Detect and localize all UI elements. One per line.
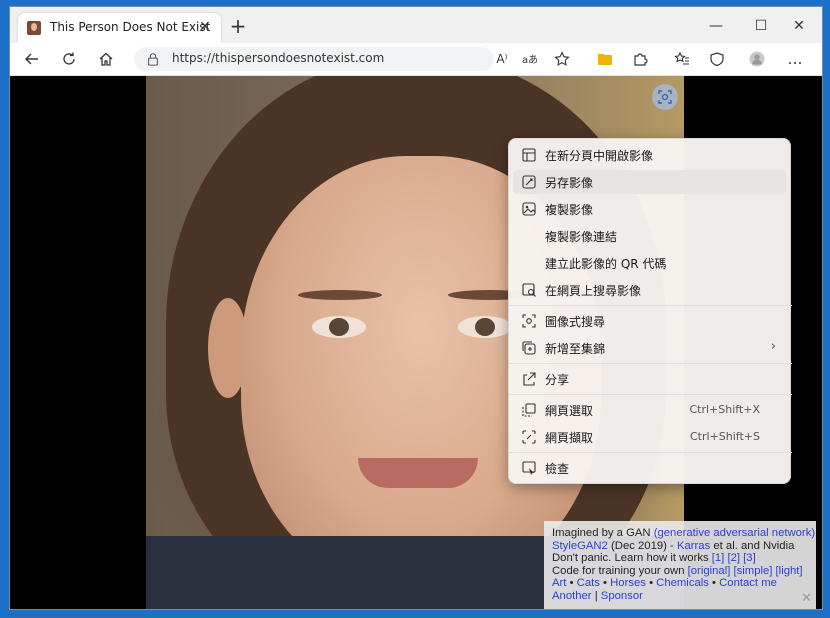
translate-button[interactable]: aあ bbox=[517, 47, 541, 71]
info-close-button[interactable]: ✕ bbox=[801, 592, 812, 605]
browser-window: This Person Does Not Exist ✕ + — ☐ ✕ htt… bbox=[9, 6, 823, 610]
info-line-3: Don't panic. Learn how it works [1] [2] … bbox=[552, 552, 756, 565]
favorites-icon bbox=[674, 51, 689, 65]
right-eye bbox=[458, 316, 512, 338]
gan-link[interactable]: (generative adversarial network) bbox=[654, 527, 815, 539]
sponsor-link[interactable]: Sponsor bbox=[601, 590, 643, 602]
back-button[interactable] bbox=[20, 47, 44, 71]
karras-link[interactable]: Karras bbox=[677, 540, 710, 552]
avatar-icon bbox=[749, 51, 765, 67]
info-line-1: Imagined by a GAN (generative adversaria… bbox=[552, 527, 816, 539]
close-window-button[interactable]: ✕ bbox=[781, 13, 817, 39]
web-capture-icon bbox=[522, 430, 536, 444]
left-eye bbox=[312, 316, 366, 338]
navigation-toolbar: https://thispersondoesnotexist.com A⁾ aあ… bbox=[10, 43, 822, 76]
more-menu-button[interactable]: … bbox=[783, 47, 807, 71]
menu-divider bbox=[509, 394, 792, 395]
search-image-icon bbox=[522, 283, 536, 297]
menu-item-search-image-web[interactable]: 在網頁上搜尋影像 bbox=[513, 278, 786, 302]
star-add-icon bbox=[554, 51, 570, 66]
info-line-6: Another | Sponsor bbox=[552, 589, 643, 602]
extension-folder-icon bbox=[598, 54, 612, 65]
home-button[interactable] bbox=[94, 47, 118, 71]
visual-search-icon bbox=[658, 90, 672, 104]
profile-button[interactable] bbox=[745, 47, 769, 71]
menu-divider bbox=[509, 305, 792, 306]
browser-essentials-button[interactable] bbox=[705, 47, 729, 71]
info-line-2: StyleGAN2 (Dec 2019) - Karras et al. and… bbox=[552, 539, 795, 552]
learn-link-2[interactable]: [2] bbox=[727, 552, 740, 564]
favicon-icon bbox=[27, 21, 41, 35]
menu-divider bbox=[509, 452, 792, 453]
code-simple-link[interactable]: [simple] bbox=[733, 565, 772, 577]
menu-item-save-image[interactable]: 另存影像 bbox=[513, 170, 786, 194]
menu-item-copy-image-link[interactable]: 複製影像連結 bbox=[513, 224, 786, 248]
visual-search-button[interactable] bbox=[652, 84, 678, 110]
share-icon bbox=[523, 372, 536, 386]
menu-item-copy-image[interactable]: 複製影像 bbox=[513, 197, 786, 221]
menu-item-create-qr-code[interactable]: 建立此影像的 QR 代碼 bbox=[513, 251, 786, 275]
add-favorite-button[interactable] bbox=[550, 47, 574, 71]
heart-shield-icon bbox=[710, 52, 724, 67]
web-select-icon bbox=[522, 403, 536, 417]
lock-icon bbox=[148, 53, 158, 66]
chevron-right-icon: › bbox=[770, 339, 776, 354]
learn-link-1[interactable]: [1] bbox=[712, 552, 725, 564]
info-box: Imagined by a GAN (generative adversaria… bbox=[544, 521, 816, 609]
tab-active[interactable]: This Person Does Not Exist ✕ bbox=[18, 13, 221, 43]
translate-icon: aあ bbox=[522, 54, 537, 66]
back-arrow-icon bbox=[25, 53, 38, 65]
extensions-button[interactable] bbox=[628, 47, 652, 71]
cats-link[interactable]: Cats bbox=[577, 577, 600, 589]
refresh-button[interactable] bbox=[57, 47, 81, 71]
menu-divider bbox=[509, 363, 792, 364]
art-link[interactable]: Art bbox=[552, 577, 566, 589]
url-text: https://thispersondoesnotexist.com bbox=[172, 51, 385, 65]
read-aloud-button[interactable]: A⁾ bbox=[490, 47, 514, 71]
menu-item-web-capture[interactable]: 網頁擷取 Ctrl+Shift+S bbox=[513, 425, 786, 449]
horses-link[interactable]: Horses bbox=[610, 577, 646, 589]
maximize-button[interactable]: ☐ bbox=[743, 13, 779, 39]
code-light-link[interactable]: [light] bbox=[776, 565, 803, 577]
extension-button[interactable] bbox=[593, 47, 617, 71]
info-line-4: Code for training your own [original] [s… bbox=[552, 564, 803, 577]
stylegan2-link[interactable]: StyleGAN2 bbox=[552, 540, 608, 552]
puzzle-icon bbox=[634, 53, 648, 66]
menu-item-inspect[interactable]: 檢查 bbox=[513, 456, 786, 480]
tab-title: This Person Does Not Exist bbox=[50, 20, 211, 34]
tab-strip: This Person Does Not Exist ✕ + — ☐ ✕ bbox=[10, 7, 822, 43]
chemicals-link[interactable]: Chemicals bbox=[656, 577, 709, 589]
menu-item-visual-search[interactable]: 圖像式搜尋 bbox=[513, 309, 786, 333]
left-brow bbox=[298, 290, 382, 300]
copy-image-icon bbox=[522, 202, 536, 216]
code-original-link[interactable]: [original] bbox=[688, 565, 731, 577]
tab-close-button[interactable]: ✕ bbox=[195, 17, 215, 37]
new-tab-button[interactable]: + bbox=[226, 15, 250, 39]
inspect-icon bbox=[522, 461, 536, 475]
favorites-button[interactable] bbox=[670, 47, 694, 71]
minimize-button[interactable]: — bbox=[698, 13, 734, 39]
another-link[interactable]: Another bbox=[552, 590, 592, 602]
menu-item-share[interactable]: 分享 bbox=[513, 367, 786, 391]
read-aloud-icon: A⁾ bbox=[496, 52, 508, 66]
menu-item-add-to-collections[interactable]: 新增至集錦 › bbox=[513, 336, 786, 360]
menu-item-web-select[interactable]: 網頁選取 Ctrl+Shift+X bbox=[513, 398, 786, 422]
learn-link-3[interactable]: [3] bbox=[743, 552, 756, 564]
svg-text:aあ: aあ bbox=[522, 54, 537, 66]
info-line-5: Art • Cats • Horses • Chemicals • Contac… bbox=[552, 577, 777, 590]
menu-item-open-in-new-tab[interactable]: 在新分頁中開啟影像 bbox=[513, 143, 786, 167]
contact-link[interactable]: Contact me bbox=[719, 577, 777, 589]
address-bar[interactable]: https://thispersondoesnotexist.com bbox=[134, 47, 494, 71]
new-tab-icon bbox=[522, 148, 536, 162]
save-image-icon bbox=[522, 175, 536, 189]
home-icon bbox=[99, 52, 113, 66]
mouth-shape bbox=[358, 458, 478, 488]
image-context-menu: 在新分頁中開啟影像 另存影像 複製影像 複製影像連結 建立此影像的 QR 代碼 … bbox=[508, 138, 792, 484]
visual-search-icon bbox=[522, 314, 536, 328]
collections-icon bbox=[522, 341, 536, 355]
refresh-icon bbox=[63, 52, 75, 65]
